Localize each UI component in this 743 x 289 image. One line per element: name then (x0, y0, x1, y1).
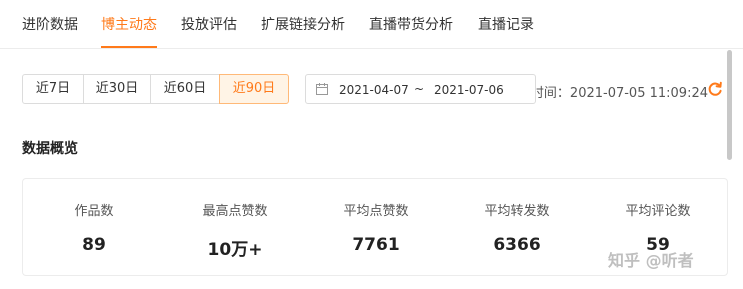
tab-livestream-records[interactable]: 直播记录 (478, 16, 534, 34)
stat-avg-likes: 平均点赞数 7761 (306, 203, 446, 255)
stat-works-count: 作品数 89 (24, 203, 164, 255)
stat-label: 最高点赞数 (202, 204, 268, 219)
stat-value: 6366 (493, 235, 541, 255)
tab-bar: 进阶数据 博主动态 投放评估 扩展链接分析 直播带货分析 直播记录 (0, 0, 743, 49)
scrollbar[interactable] (727, 50, 732, 160)
tab-placement-evaluation[interactable]: 投放评估 (181, 16, 237, 34)
start-date: 2021-04-07 (339, 83, 409, 97)
stat-label: 平均转发数 (484, 204, 550, 219)
update-time: 时间：2021-07-05 11:09:24 (530, 86, 708, 101)
stat-value: 59 (646, 235, 670, 255)
stat-label: 作品数 (74, 204, 114, 219)
date-range-selector: 近7日 近30日 近60日 近90日 (22, 74, 289, 104)
stat-max-likes: 最高点赞数 10万+ (165, 203, 305, 260)
stat-value: 7761 (352, 235, 400, 255)
end-date: 2021-07-06 (434, 83, 504, 97)
stat-avg-shares: 平均转发数 6366 (447, 203, 587, 255)
range-60-days-button[interactable]: 近60日 (150, 74, 220, 104)
tab-link-analysis[interactable]: 扩展链接分析 (261, 16, 345, 34)
date-range-picker[interactable]: 2021-04-07 ~ 2021-07-06 (305, 74, 536, 104)
date-separator: ~ (414, 82, 425, 96)
range-90-days-button[interactable]: 近90日 (219, 74, 289, 104)
tab-livestream-sales-analysis[interactable]: 直播带货分析 (369, 16, 453, 34)
calendar-icon (316, 83, 328, 95)
stat-value: 89 (82, 235, 106, 255)
stat-label: 平均点赞数 (343, 204, 409, 219)
tab-blogger-activity[interactable]: 博主动态 (101, 16, 157, 48)
tab-advanced-data[interactable]: 进阶数据 (22, 16, 78, 34)
stat-value: 10万+ (207, 240, 263, 260)
data-overview-card: 作品数 89 最高点赞数 10万+ 平均点赞数 7761 平均转发数 6366 … (22, 178, 728, 276)
stat-avg-comments: 平均评论数 59 (588, 203, 728, 255)
section-title: 数据概览 (22, 141, 78, 157)
stat-label: 平均评论数 (625, 204, 691, 219)
range-7-days-button[interactable]: 近7日 (22, 74, 84, 104)
refresh-icon[interactable] (707, 81, 723, 97)
range-30-days-button[interactable]: 近30日 (83, 74, 151, 104)
